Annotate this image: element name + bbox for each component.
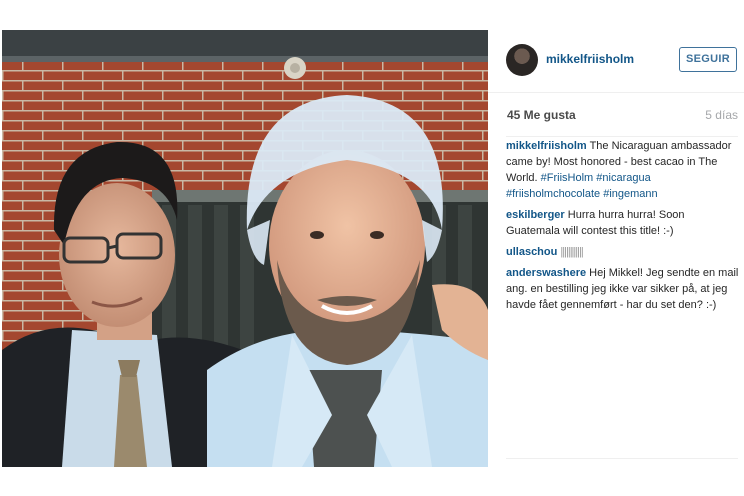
- comment-username[interactable]: mikkelfriisholm: [506, 140, 587, 152]
- comment-item: anderswashere Hej Mikkel! Jeg sendte en …: [506, 265, 740, 313]
- comment-username[interactable]: ullaschou: [506, 246, 557, 258]
- comments-list: mikkelfriisholm The Nicaraguan ambassado…: [506, 138, 740, 318]
- comment-text: ||||||||||||: [560, 246, 583, 258]
- author-username[interactable]: mikkelfriisholm: [546, 52, 634, 66]
- avatar[interactable]: [506, 44, 538, 76]
- post-sidebar: mikkelfriisholm SEGUIR 45 Me gusta 5 día…: [488, 30, 744, 467]
- photo-illustration: [2, 30, 488, 467]
- post-photo[interactable]: [2, 30, 488, 467]
- post-stats: 45 Me gusta 5 días: [506, 92, 738, 137]
- comment-item: mikkelfriisholm The Nicaraguan ambassado…: [506, 138, 740, 202]
- comment-username[interactable]: anderswashere: [506, 267, 586, 279]
- comment-username[interactable]: eskilberger: [506, 209, 565, 221]
- follow-button[interactable]: SEGUIR: [679, 47, 737, 72]
- post-header: mikkelfriisholm SEGUIR: [488, 30, 744, 93]
- likes-count[interactable]: 45 Me gusta: [507, 108, 576, 122]
- comment-item: ullaschou ||||||||||||: [506, 244, 740, 260]
- instagram-post-card: mikkelfriisholm SEGUIR 45 Me gusta 5 día…: [0, 0, 744, 496]
- comment-section-divider: [506, 458, 738, 459]
- comment-item: eskilberger Hurra hurra hurra! Soon Guat…: [506, 207, 740, 239]
- post-timestamp[interactable]: 5 días: [705, 108, 738, 122]
